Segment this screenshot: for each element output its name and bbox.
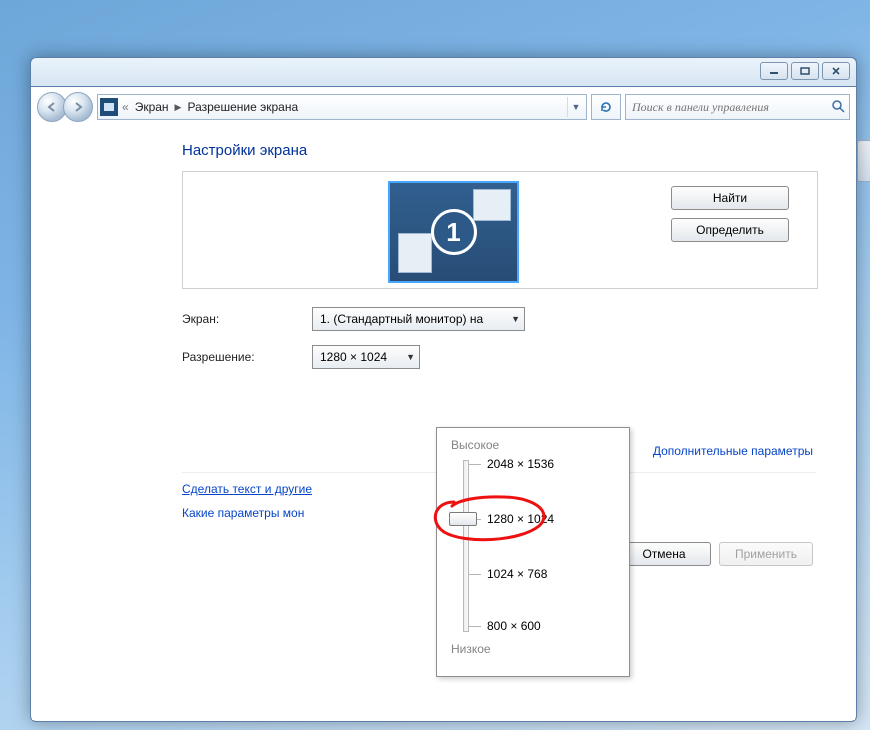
resolution-option[interactable]: 1280 × 1024 <box>487 512 554 526</box>
control-panel-icon <box>100 98 118 116</box>
identify-button[interactable]: Определить <box>671 218 789 242</box>
breadcrumb-root[interactable]: « <box>122 100 129 114</box>
chevron-right-icon: ▶ <box>175 102 182 113</box>
minimize-button[interactable] <box>760 62 788 80</box>
slider-track[interactable] <box>463 460 469 632</box>
screen-value: 1. (Стандартный монитор) на <box>320 312 483 326</box>
screen-label: Экран: <box>182 312 312 326</box>
popup-high-label: Высокое <box>451 438 629 452</box>
refresh-button[interactable] <box>591 94 621 120</box>
apply-button: Применить <box>719 542 813 566</box>
monitor-number: 1 <box>431 209 477 255</box>
resolution-label: Разрешение: <box>182 350 312 364</box>
breadcrumb-item[interactable]: Разрешение экрана <box>187 100 298 114</box>
chevron-down-icon: ▼ <box>511 314 520 324</box>
page-title: Настройки экрана <box>182 142 855 159</box>
resolution-slider[interactable]: 2048 × 1536 1280 × 1024 1024 × 768 800 × 60… <box>455 456 629 642</box>
resolution-value: 1280 × 1024 <box>320 350 387 364</box>
slider-tick[interactable] <box>469 574 481 575</box>
address-dropdown[interactable]: ▼ <box>567 97 584 117</box>
window-titlebar[interactable] <box>30 57 857 87</box>
slider-thumb[interactable] <box>449 512 477 526</box>
resolution-option[interactable]: 1024 × 768 <box>487 567 547 581</box>
chevron-down-icon: ▼ <box>406 352 415 362</box>
slider-tick[interactable] <box>469 464 481 465</box>
popup-low-label: Низкое <box>451 642 629 656</box>
resolution-combobox[interactable]: 1280 × 1024 ▼ <box>312 345 420 369</box>
resolution-option[interactable]: 800 × 600 <box>487 619 541 633</box>
which-params-link[interactable]: Какие параметры мон <box>182 506 312 520</box>
advanced-settings-link[interactable]: Дополнительные параметры <box>653 444 813 458</box>
address-bar[interactable]: « Экран ▶ Разрешение экрана ▼ <box>97 94 587 120</box>
find-button[interactable]: Найти <box>671 186 789 210</box>
search-icon[interactable] <box>831 99 845 116</box>
display-preview: 1 Найти Определить <box>182 171 818 289</box>
resolution-option[interactable]: 2048 × 1536 <box>487 457 554 471</box>
search-box[interactable] <box>625 94 850 120</box>
maximize-button[interactable] <box>791 62 819 80</box>
resolution-popup: Высокое 2048 × 1536 1280 × 1024 1024 × 768… <box>436 427 630 677</box>
screen-combobox[interactable]: 1. (Стандартный монитор) на ▼ <box>312 307 525 331</box>
slider-tick[interactable] <box>469 626 481 627</box>
nav-forward-button[interactable] <box>63 92 93 122</box>
search-input[interactable] <box>630 99 827 116</box>
breadcrumb-item[interactable]: Экран <box>135 100 169 114</box>
text-size-link[interactable]: Сделать текст и другие <box>182 482 312 496</box>
close-button[interactable] <box>822 62 850 80</box>
monitor-thumbnail[interactable]: 1 <box>388 181 519 283</box>
cancel-button[interactable]: Отмена <box>617 542 711 566</box>
adjacent-window-edge <box>857 140 870 182</box>
